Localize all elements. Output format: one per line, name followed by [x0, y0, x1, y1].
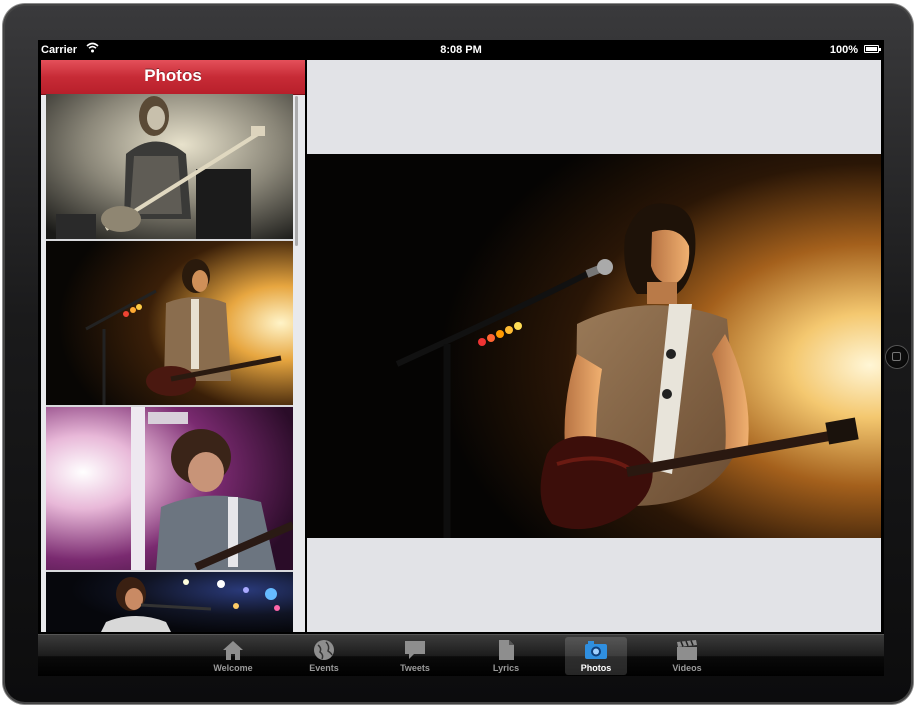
selected-photo[interactable]	[307, 154, 881, 538]
tab-lyrics[interactable]: Lyrics	[475, 637, 537, 675]
tab-label: Events	[309, 663, 339, 673]
document-icon	[494, 639, 518, 661]
tab-welcome[interactable]: Welcome	[202, 637, 264, 675]
photo-thumbnail[interactable]	[46, 407, 293, 572]
globe-icon	[312, 639, 336, 661]
photos-list-panel: Photos	[41, 60, 305, 632]
tab-events[interactable]: Events	[293, 637, 355, 675]
photo-thumbnail-image	[46, 241, 293, 405]
tab-tweets[interactable]: Tweets	[384, 637, 446, 675]
speech-bubble-icon	[403, 639, 427, 661]
battery-icon	[864, 45, 881, 53]
clapperboard-icon	[675, 639, 699, 661]
status-bar: Carrier 8:08 PM 100%	[38, 40, 884, 60]
tab-photos[interactable]: Photos	[565, 637, 627, 675]
tab-label: Welcome	[213, 663, 253, 673]
photo-thumbnail[interactable]	[46, 94, 293, 241]
tab-label: Photos	[580, 663, 612, 673]
tab-label: Videos	[672, 663, 702, 673]
ipad-frame: Carrier 8:08 PM 100% Photos Welcome Even…	[3, 4, 913, 704]
photo-thumbnail-image	[46, 94, 293, 239]
photos-header-title: Photos	[41, 60, 305, 95]
selected-photo-image	[307, 154, 881, 538]
photo-thumbnail-image	[46, 572, 293, 632]
home-button[interactable]	[886, 346, 908, 368]
tab-label: Lyrics	[492, 663, 520, 673]
photo-detail-panel	[307, 60, 881, 632]
screen: Carrier 8:08 PM 100% Photos Welcome Even…	[38, 40, 884, 676]
battery-percentage: 100%	[829, 44, 858, 56]
photo-thumbnail[interactable]	[46, 572, 293, 632]
photo-thumbnail[interactable]	[46, 241, 293, 407]
tab-bar: Welcome Events Tweets Lyrics Photos Vide…	[38, 634, 884, 676]
photo-thumbnail-list[interactable]	[46, 94, 293, 632]
clock-time: 8:08 PM	[440, 44, 482, 56]
home-icon	[221, 639, 245, 661]
tab-videos[interactable]: Videos	[656, 637, 718, 675]
camera-icon	[584, 639, 608, 661]
tab-label: Tweets	[400, 663, 430, 673]
scroll-indicator[interactable]	[295, 96, 298, 246]
photo-thumbnail-image	[46, 407, 293, 570]
